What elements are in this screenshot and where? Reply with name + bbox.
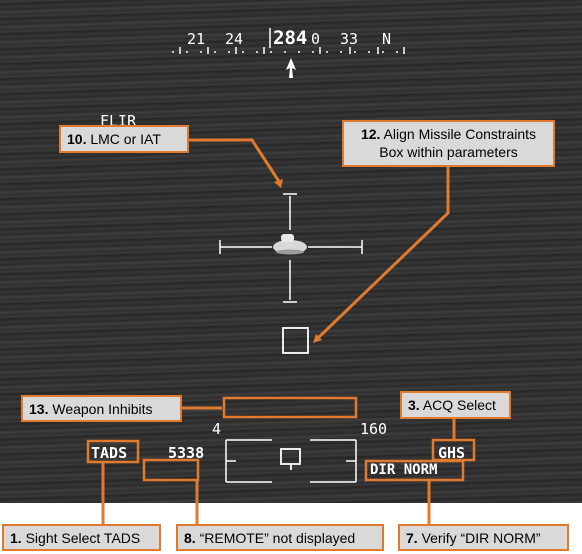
callout-7: 7. Verify “DIR NORM” [398, 524, 569, 551]
callout-3: 3. ACQ Select [400, 391, 511, 419]
sight-select-text: TADS [91, 444, 127, 462]
missile-constraints-box [282, 327, 309, 354]
callout-8-text: “REMOTE” not displayed [199, 530, 356, 546]
tads-flir-display: 21 24 33 N 284 0 FLIR 4 160 TADS 5338 GH… [0, 0, 582, 503]
hud-symbology: 21 24 33 N 284 0 FLIR 4 160 TADS 5338 GH… [91, 27, 465, 483]
callout-12-number: 12. [360, 126, 381, 142]
heading-tick-33: 33 [340, 30, 358, 48]
callout-8: 8. “REMOTE” not displayed [176, 524, 384, 551]
field-of-view-box [280, 448, 301, 465]
heading-tick-21: 21 [187, 30, 205, 48]
callout-13: 13. Weapon Inhibits [21, 395, 182, 422]
callout-3-text: ACQ Select [422, 397, 496, 413]
callout-7-text: Verify “DIR NORM” [421, 530, 541, 546]
callout-10: 10. LMC or IAT [59, 125, 189, 153]
callout-7-number: 7. [406, 530, 418, 546]
callout-10-number: 10. [67, 131, 87, 147]
callout-12: 12. Align Missile Constraints Box within… [342, 120, 555, 167]
current-heading: 284 [273, 27, 307, 49]
range-scale: 4 160 [212, 420, 387, 483]
heading-tick-24: 24 [225, 30, 243, 48]
heading-tape: 21 24 33 N 284 0 [172, 27, 410, 78]
callout-1: 1. Sight Select TADS [2, 524, 161, 551]
callout-3-number: 3. [408, 397, 420, 413]
callout-12-text-line2: Box within parameters [379, 144, 518, 160]
range-scale-high: 160 [360, 420, 387, 438]
callout-1-number: 1. [10, 530, 22, 546]
acq-source-text: GHS [438, 444, 465, 462]
callout-10-text: LMC or IAT [90, 131, 161, 147]
current-heading-suffix: 0 [311, 30, 320, 48]
range-text: 5338 [168, 444, 204, 462]
dir-norm-text: DIR NORM [370, 462, 437, 478]
target-vehicle-icon [273, 234, 307, 255]
range-scale-low: 4 [212, 420, 221, 438]
callout-12-text: Align Missile Constraints [383, 126, 537, 142]
heading-tick-n: N [382, 30, 391, 48]
callout-13-number: 13. [29, 401, 49, 417]
callout-13-text: Weapon Inhibits [52, 401, 153, 417]
heading-caret-icon [286, 58, 296, 78]
callout-8-number: 8. [184, 530, 196, 546]
callout-1-text: Sight Select TADS [25, 530, 141, 546]
